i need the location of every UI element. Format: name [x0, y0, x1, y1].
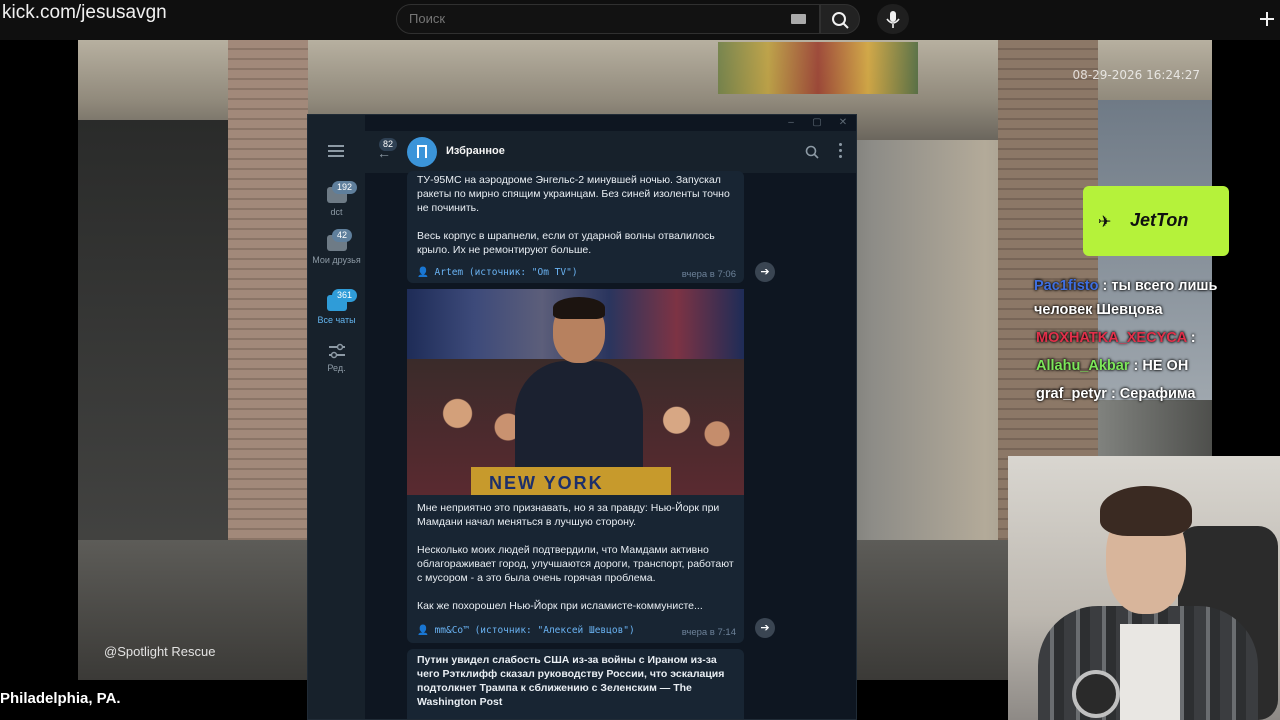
message-text: Путин увидел слабость США из-за войны с …	[417, 654, 725, 708]
chat-message: Allahu_Akbar : НЕ ОН	[1036, 358, 1188, 374]
chat-text: : НЕ ОН	[1133, 358, 1189, 374]
sponsor-name: JetTon	[1130, 210, 1189, 230]
folder-label: Все чаты	[317, 315, 356, 325]
search-box[interactable]	[396, 4, 820, 34]
forward-source[interactable]: 👤 mm&Co™ (источник: "Алексей Шевцов")	[417, 625, 635, 636]
streamer-hair	[1100, 486, 1192, 536]
chat-username: MOXHATKA_XECYCA	[1036, 330, 1187, 346]
browser-top-bar: kick.com/jesusavgn	[0, 0, 1280, 40]
telegram-window: 192 dct 42 Мои друзья 361 Все чаты Ред. …	[307, 114, 857, 720]
unread-badge: 192	[332, 181, 358, 194]
chat-message: MOXHATKA_XECYCA :	[1036, 330, 1196, 346]
forward-button[interactable]: ➔	[755, 618, 775, 638]
create-button[interactable]	[1254, 6, 1280, 32]
message-time: вчера в 7:06	[681, 269, 736, 280]
streamer-tshirt	[1120, 624, 1180, 720]
microphone-icon	[886, 11, 900, 28]
menu-icon[interactable]	[328, 145, 344, 159]
voice-search-button[interactable]	[877, 4, 909, 34]
channel-url[interactable]: kick.com/jesusavgn	[2, 2, 167, 24]
message-bubble: ТУ-95МС на аэродроме Энгельс-2 минувшей …	[407, 171, 744, 283]
message-time: вчера в 7:14	[681, 627, 736, 638]
microphone-icon	[1072, 670, 1120, 718]
chat-message: graf_petyr : Серафима	[1036, 386, 1195, 402]
chat-username: graf_petyr	[1036, 386, 1107, 402]
message-text: ТУ-95МС на аэродроме Энгельс-2 минувшей …	[417, 174, 730, 256]
message-bubble: Мне неприятно это признавать, но я за пр…	[407, 495, 744, 643]
shop-signboard	[718, 42, 918, 94]
more-options-icon[interactable]	[839, 143, 843, 159]
window-titlebar: – ▢ ✕	[308, 115, 856, 131]
folder-all-chats[interactable]: 361 Все чаты	[308, 289, 365, 326]
video-watermark: @Spotlight Rescue	[104, 644, 216, 659]
podium-sign: NEW YORK	[489, 473, 604, 493]
forward-button[interactable]: ➔	[755, 262, 775, 282]
sliders-icon	[328, 343, 345, 359]
chat-username: Pac1fisto	[1034, 278, 1099, 294]
minimize-icon[interactable]: –	[784, 117, 798, 129]
chat-message: Pac1fisto : ты всего лишь	[1034, 278, 1217, 294]
forward-source[interactable]: 👤 Artem (источник: "Om TV")	[417, 267, 578, 278]
chat-text: :	[1190, 330, 1196, 346]
location-caption: Philadelphia, PA.	[0, 690, 121, 707]
message-text: Мне неприятно это признавать, но я за пр…	[417, 502, 734, 612]
maximize-icon[interactable]: ▢	[810, 117, 824, 129]
message-photo[interactable]: NEW YORK	[407, 289, 744, 495]
search-icon[interactable]	[805, 145, 819, 159]
video-timestamp: 08-29-2026 16:24:27	[1072, 68, 1200, 82]
keyboard-icon[interactable]	[791, 14, 806, 24]
close-icon[interactable]: ✕	[836, 117, 850, 129]
unread-count-badge: 82	[379, 138, 398, 151]
bookmark-icon	[407, 137, 437, 167]
chat-text: : ты всего лишь	[1102, 278, 1218, 294]
chat-username: Allahu_Akbar	[1036, 358, 1130, 374]
speaker-hair	[553, 297, 605, 319]
message-list[interactable]: ТУ-95МС на аэродроме Энгельс-2 минувшей …	[365, 171, 856, 719]
folder-label: dct	[330, 207, 343, 217]
message-bubble: Путин увидел слабость США из-за войны с …	[407, 649, 744, 719]
chat-header: ← 82 Избранное	[365, 131, 856, 173]
folder-edit[interactable]: Ред.	[308, 343, 365, 374]
folder-label: Ред.	[327, 363, 346, 373]
search-input[interactable]	[409, 11, 769, 26]
chat-text: : Серафима	[1110, 386, 1196, 402]
folder-label: Мои друзья	[312, 255, 361, 265]
jetton-logo-icon: ✈	[1098, 214, 1112, 231]
telegram-folders-sidebar: 192 dct 42 Мои друзья 361 Все чаты Ред.	[308, 115, 365, 719]
plus-icon	[1260, 12, 1274, 26]
unread-badge: 42	[332, 229, 353, 242]
folder-dct[interactable]: 192 dct	[308, 181, 365, 218]
unread-badge: 361	[332, 289, 358, 302]
chat-message-continuation: человек Шевцова	[1034, 302, 1163, 318]
folder-my-friends[interactable]: 42 Мои друзья	[308, 229, 365, 266]
search-button[interactable]	[820, 4, 860, 34]
streamer-webcam	[1008, 456, 1280, 720]
search-icon	[832, 12, 849, 29]
chat-title[interactable]: Избранное	[446, 145, 505, 157]
